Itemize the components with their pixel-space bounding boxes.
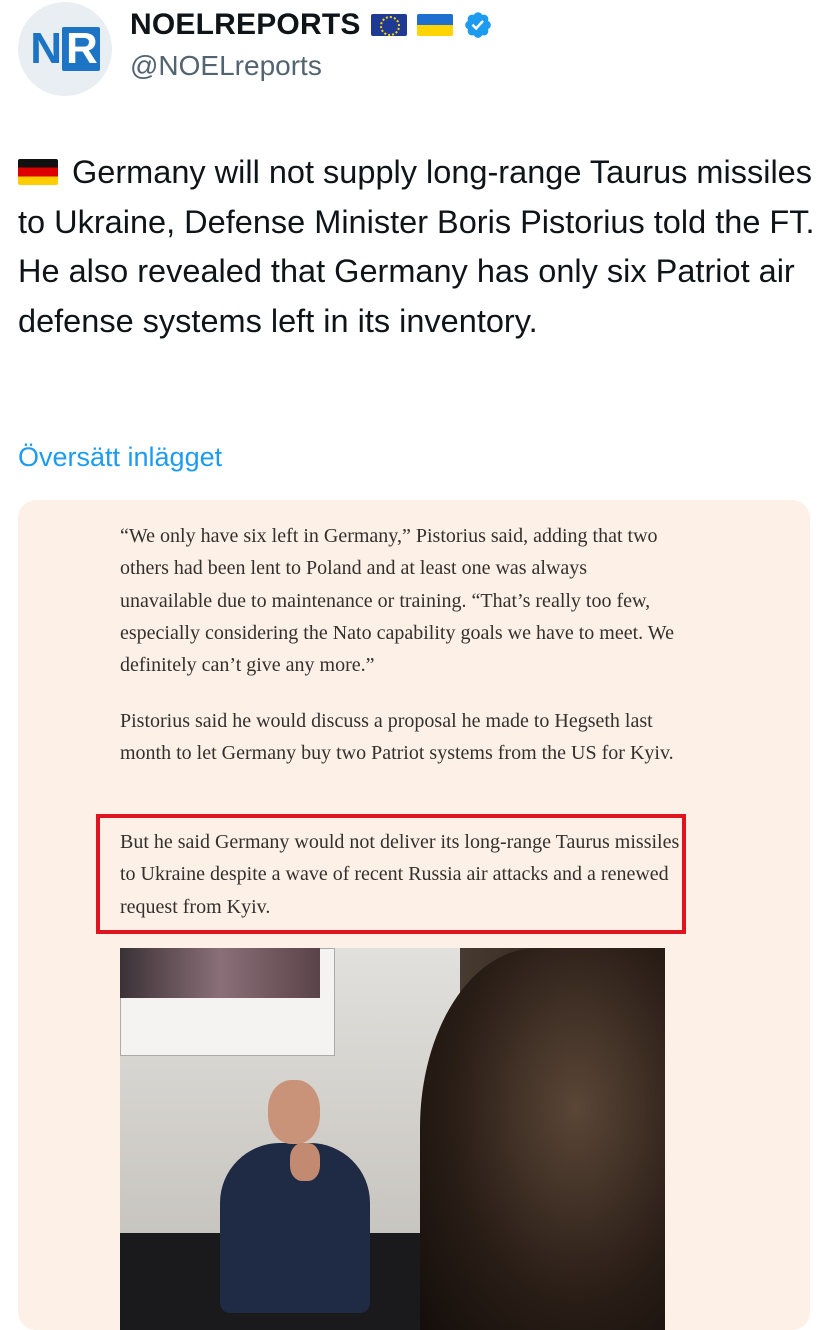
photo-foreground-person xyxy=(420,948,665,1330)
article-paragraph-2: Pistorius said he would discuss a propos… xyxy=(120,710,674,765)
profile-avatar[interactable]: NR xyxy=(18,2,112,96)
author-name-row: NOELREPORTS xyxy=(130,8,493,42)
article-paragraph-1: “We only have six left in Germany,” Pist… xyxy=(120,525,674,677)
ukraine-flag-icon xyxy=(416,14,453,36)
author-handle[interactable]: @NOELreports xyxy=(130,50,322,82)
tweet-body: Germany will not supply long-range Tauru… xyxy=(18,154,815,339)
logo-letter-r: R xyxy=(62,27,100,71)
photo-person-head xyxy=(268,1080,320,1144)
article-photo xyxy=(120,948,665,1330)
red-highlight-box xyxy=(96,814,686,934)
photo-painting xyxy=(120,948,320,998)
noelreports-logo: NR xyxy=(30,24,100,74)
verified-badge-icon[interactable] xyxy=(463,10,493,40)
author-display-name[interactable]: NOELREPORTS xyxy=(130,8,361,42)
eu-flag-icon xyxy=(370,14,407,36)
translate-post-link[interactable]: Översätt inlägget xyxy=(18,442,222,473)
tweet-text: Germany will not supply long-range Tauru… xyxy=(18,148,818,346)
media-card[interactable]: “We only have six left in Germany,” Pist… xyxy=(18,500,810,1330)
germany-flag-icon xyxy=(18,159,58,185)
photo-person-hand xyxy=(290,1143,320,1181)
logo-letter-n: N xyxy=(30,24,62,73)
